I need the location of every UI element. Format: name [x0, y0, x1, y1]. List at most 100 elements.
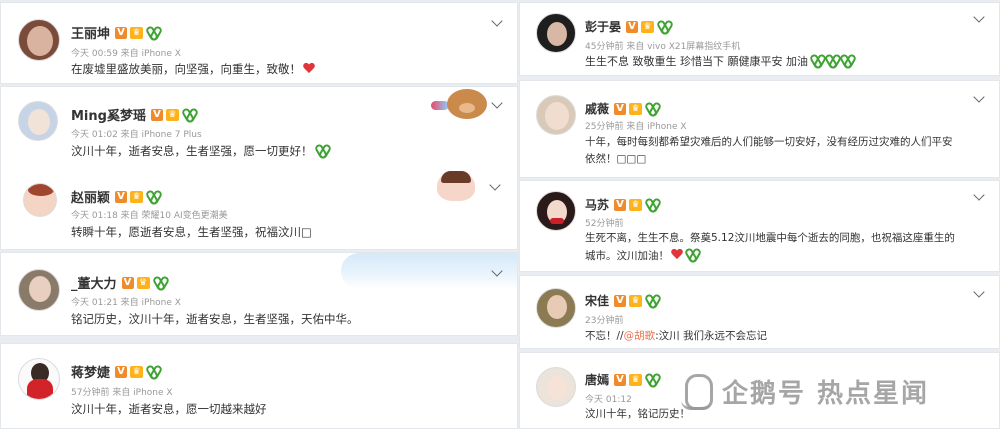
user-name[interactable]: 戚薇: [585, 100, 609, 117]
verified-v-icon: V: [115, 190, 128, 203]
verified-v-icon: V: [614, 102, 627, 115]
heart-icon: [671, 249, 683, 260]
chevron-down-icon[interactable]: [491, 15, 503, 27]
post-text-content: 不忘！//: [585, 330, 624, 342]
verified-v-icon: V: [614, 294, 627, 307]
green-ribbon-icon: [645, 294, 658, 307]
chevron-down-icon[interactable]: [973, 286, 985, 298]
post-text: 十年，每时每刻都希望灾难后的人们能够一切安好，没有经历过灾难的人们平安 依然！□…: [585, 134, 953, 168]
post-meta: 今天 00:59 来自 iPhone X: [71, 49, 181, 59]
verified-v-icon: V: [121, 276, 134, 289]
vip-crown-icon: ♛: [641, 20, 655, 33]
post-text: 汶川十年，铭记历史！: [585, 408, 690, 420]
weibo-post-card[interactable]: _董大力 V ♛ 今天 01:21 来自 iPhone X 铭记历史，汶川十年，…: [0, 252, 518, 336]
post-meta: 今天 01:02 来自 iPhone 7 Plus: [71, 130, 202, 140]
avatar[interactable]: [536, 13, 576, 53]
pig-sticker-icon: [447, 89, 487, 119]
green-ribbon-icon: [645, 198, 658, 211]
avatar[interactable]: [18, 269, 60, 311]
vip-crown-icon: ♛: [629, 373, 643, 386]
user-name-line: _董大力 V ♛: [71, 273, 166, 292]
green-ribbon-icon: [182, 108, 195, 121]
avatar[interactable]: [536, 367, 576, 407]
watermark: 企鹅号 热点星闻: [680, 372, 929, 410]
chevron-down-icon[interactable]: [973, 189, 985, 201]
green-ribbon-icon: [825, 54, 838, 67]
verified-v-icon: V: [115, 365, 128, 378]
post-meta: 23分钟前: [585, 316, 624, 326]
post-text-content: :汶川 我们永远不会忘记: [655, 330, 767, 342]
post-text-content: 汶川十年，逝者安息，生者坚强，愿一切更好！: [71, 144, 313, 158]
user-name-line: 王丽坤 V ♛: [71, 23, 159, 42]
weibo-post-card[interactable]: 王丽坤 V ♛ 今天 00:59 来自 iPhone X 在废墟里盛放美丽，向坚…: [0, 2, 518, 84]
girl-sticker-icon: [437, 171, 475, 201]
user-name[interactable]: Ming奚梦瑶: [71, 105, 146, 124]
avatar[interactable]: [536, 191, 576, 231]
post-text: 铭记历史，汶川十年，逝者安息，生者坚强，天佑中华。: [71, 312, 359, 326]
user-name[interactable]: 彭于晏: [585, 18, 621, 35]
user-name[interactable]: 马苏: [585, 196, 609, 213]
vip-crown-icon: ♛: [136, 276, 150, 289]
user-name[interactable]: 赵丽颖: [71, 187, 110, 206]
user-name-line: 宋佳 V ♛: [585, 292, 658, 309]
weibo-post-card[interactable]: 彭于晏 V ♛ 45分钟前 来自 vivo X21屏幕指纹手机 生生不息 致敬重…: [519, 2, 1000, 76]
post-text: 生生不息 致敬重生 珍惜当下 願健康平安 加油: [585, 52, 853, 71]
post-text-content: 生生不息 致敬重生 珍惜当下 願健康平安 加油: [585, 55, 808, 68]
vip-crown-icon: ♛: [629, 102, 643, 115]
post-meta: 52分钟前: [585, 219, 624, 229]
user-name[interactable]: 唐嫣: [585, 371, 609, 388]
vip-crown-icon: ♛: [130, 190, 144, 203]
vip-crown-icon: ♛: [165, 108, 179, 121]
post-meta: 57分钟前 来自 iPhone X: [71, 388, 173, 398]
post-text: 转瞬十年，愿逝者安息，生者坚强，祝福汶川□: [71, 225, 312, 239]
green-ribbon-icon: [645, 102, 658, 115]
verified-v-icon: V: [626, 20, 639, 33]
green-ribbon-icon: [645, 373, 658, 386]
vip-crown-icon: ♛: [629, 198, 643, 211]
user-name-line: 蒋梦婕 V ♛: [71, 362, 159, 381]
weibo-post-card[interactable]: 戚薇 V ♛ 25分钟前 来自 iPhone X 十年，每时每刻都希望灾难后的人…: [519, 80, 1000, 178]
user-name-line: 彭于晏 V ♛: [585, 18, 670, 35]
avatar[interactable]: [18, 358, 60, 400]
avatar[interactable]: [23, 183, 57, 217]
user-name[interactable]: 蒋梦婕: [71, 362, 110, 381]
post-meta: 今天 01:12: [585, 395, 632, 405]
green-ribbon-icon: [685, 248, 698, 261]
green-ribbon-icon: [153, 276, 166, 289]
user-name-line: 唐嫣 V ♛: [585, 371, 658, 388]
post-text: 不忘！//@胡歌:汶川 我们永远不会忘记: [585, 327, 767, 346]
chevron-down-icon[interactable]: [489, 179, 501, 191]
post-meta: 今天 01:18 来自 荣耀10 AI变色更潮美: [71, 211, 228, 221]
green-ribbon-icon: [146, 365, 159, 378]
post-text-line: 依然！□□□: [585, 153, 647, 165]
chevron-down-icon[interactable]: [491, 97, 503, 109]
post-text: 生死不离，生生不息。祭奠5.12汶川地震中每个逝去的同胞，也祝福这座重生的 城市…: [585, 229, 955, 265]
chevron-down-icon[interactable]: [973, 91, 985, 103]
chevron-down-icon[interactable]: [973, 11, 985, 23]
weibo-post-card[interactable]: 马苏 V ♛ 52分钟前 生死不离，生生不息。祭奠5.12汶川地震中每个逝去的同…: [519, 180, 1000, 272]
post-meta: 45分钟前 来自 vivo X21屏幕指纹手机: [585, 42, 741, 52]
user-name[interactable]: 宋佳: [585, 292, 609, 309]
user-name[interactable]: _董大力: [71, 273, 117, 292]
verified-v-icon: V: [614, 198, 627, 211]
avatar[interactable]: [18, 101, 58, 141]
heart-icon: [303, 63, 315, 74]
user-name-line: 戚薇 V ♛: [585, 100, 658, 117]
post-text-content: 在废墟里盛放美丽，向坚强，向重生，致敬！: [71, 62, 301, 76]
green-ribbon-icon: [146, 190, 159, 203]
avatar[interactable]: [536, 95, 576, 135]
watermark-text: 企鹅号 热点星闻: [722, 378, 930, 409]
weibo-post-card[interactable]: 宋佳 V ♛ 23分钟前 不忘！//@胡歌:汶川 我们永远不会忘记: [519, 275, 1000, 349]
penguin-logo-icon: [680, 372, 714, 410]
avatar[interactable]: [536, 288, 576, 328]
post-text-line: 十年，每时每刻都希望灾难后的人们能够一切安好，没有经历过灾难的人们平安: [585, 136, 953, 148]
user-name-line: 赵丽颖 V ♛: [71, 187, 159, 206]
avatar[interactable]: [18, 19, 60, 61]
post-text: 汶川十年，逝者安息，生者坚强，愿一切更好！: [71, 142, 328, 161]
mention-link[interactable]: @胡歌: [624, 330, 656, 342]
user-name[interactable]: 王丽坤: [71, 23, 110, 42]
weibo-post-card[interactable]: 蒋梦婕 V ♛ 57分钟前 来自 iPhone X 汶川十年，逝者安息，愿一切越…: [0, 343, 518, 429]
verified-v-icon: V: [150, 108, 163, 121]
post-text: 汶川十年，逝者安息，愿一切越来越好: [71, 402, 267, 416]
post-text-line: 生死不离，生生不息。祭奠5.12汶川地震中每个逝去的同胞，也祝福这座重生的: [585, 232, 955, 244]
